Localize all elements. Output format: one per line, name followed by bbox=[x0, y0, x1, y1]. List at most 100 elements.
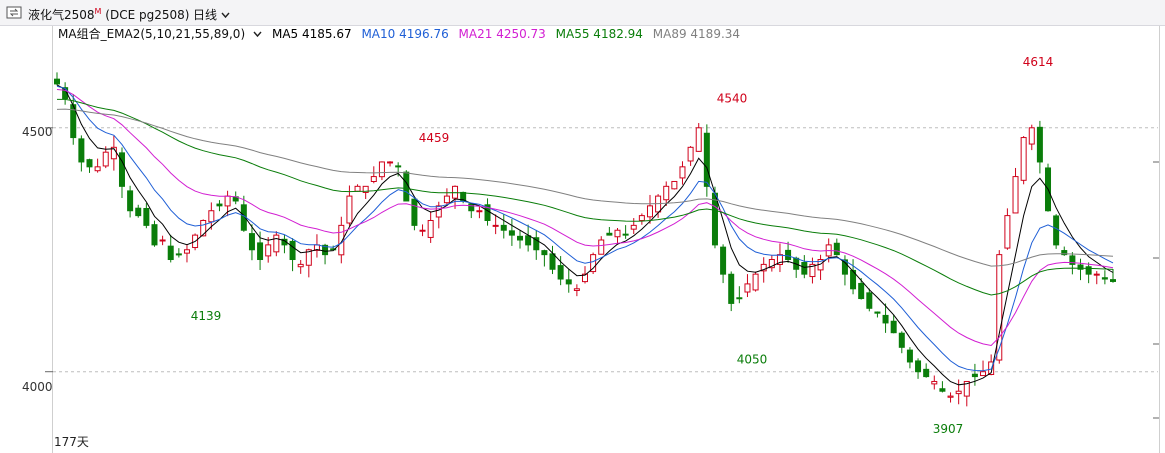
candle-body bbox=[565, 279, 572, 285]
candle-body bbox=[500, 224, 507, 231]
visible-days-count: 177天 bbox=[54, 435, 89, 449]
candle-body bbox=[200, 219, 207, 237]
candle-body bbox=[703, 132, 710, 187]
candle-body bbox=[858, 282, 865, 300]
candle-body bbox=[297, 263, 304, 268]
ma55-line bbox=[57, 98, 1114, 296]
candle-body bbox=[785, 249, 792, 261]
candle-body bbox=[167, 245, 174, 261]
candle-body bbox=[947, 395, 954, 398]
candle-body bbox=[915, 360, 922, 373]
candle-body bbox=[711, 192, 718, 246]
candle-body bbox=[720, 246, 727, 275]
candle-body bbox=[687, 146, 694, 162]
candle-body bbox=[94, 166, 101, 172]
candle-body bbox=[679, 166, 686, 179]
candle-body bbox=[801, 262, 808, 275]
price-label-3907: 3907 bbox=[933, 422, 964, 436]
candle-body bbox=[1028, 127, 1035, 145]
price-label-4139: 4139 bbox=[191, 309, 222, 323]
candle-body bbox=[573, 288, 580, 291]
candle-body bbox=[517, 235, 524, 241]
price-label-4540: 4540 bbox=[717, 91, 748, 105]
candle-body bbox=[923, 368, 930, 378]
candle-body bbox=[1012, 176, 1019, 214]
candle-body bbox=[590, 254, 597, 273]
candle-body bbox=[882, 314, 889, 324]
candle-body bbox=[427, 219, 434, 238]
candle-body bbox=[663, 185, 670, 201]
candle-body bbox=[955, 390, 962, 395]
candle-body bbox=[265, 244, 272, 257]
candle-body bbox=[387, 161, 394, 164]
candle-body bbox=[289, 240, 296, 261]
candle-body bbox=[898, 332, 905, 348]
candle-body bbox=[411, 198, 418, 226]
candle-body bbox=[175, 253, 182, 256]
candle-body bbox=[606, 232, 613, 236]
candle-body bbox=[541, 250, 548, 256]
candle-body bbox=[1036, 126, 1043, 163]
ma10-line bbox=[56, 85, 1114, 372]
candle-body bbox=[183, 249, 190, 254]
candle-body bbox=[939, 388, 946, 392]
candle-body bbox=[622, 233, 629, 236]
ma5-line bbox=[56, 84, 1114, 386]
candle-body bbox=[833, 242, 840, 256]
candle-body bbox=[492, 224, 499, 227]
candle-body bbox=[346, 195, 353, 224]
candle-body bbox=[890, 320, 897, 334]
candle-body bbox=[980, 371, 987, 377]
candle-body bbox=[78, 138, 85, 163]
candle-body bbox=[549, 253, 556, 270]
candle-body bbox=[646, 205, 653, 218]
candle-body bbox=[1020, 137, 1027, 181]
candle-body bbox=[1093, 273, 1100, 276]
candle-body bbox=[273, 234, 280, 253]
candle-body bbox=[874, 311, 881, 314]
candle-body bbox=[208, 210, 215, 223]
candle-body bbox=[614, 229, 621, 238]
price-label-4459: 4459 bbox=[419, 131, 450, 145]
candle-body bbox=[971, 373, 978, 378]
candle-body bbox=[906, 349, 913, 363]
candle-body bbox=[257, 242, 264, 261]
candle-body bbox=[151, 224, 158, 246]
candlestick-chart[interactable]: 4459 4139 4540 4050 4614 3907 bbox=[0, 0, 1165, 453]
candle-body bbox=[378, 161, 385, 178]
candle-body bbox=[86, 159, 93, 168]
candle-body bbox=[1004, 215, 1011, 249]
candle-body bbox=[744, 283, 751, 293]
candle-body bbox=[468, 203, 475, 212]
candle-body bbox=[736, 297, 743, 300]
candle-body bbox=[728, 273, 735, 304]
candle-body bbox=[143, 208, 150, 226]
price-label-4050: 4050 bbox=[737, 352, 768, 366]
candle-body bbox=[443, 195, 450, 204]
candle-body bbox=[1101, 277, 1108, 280]
price-label-4614: 4614 bbox=[1023, 55, 1054, 69]
candle-body bbox=[354, 185, 361, 192]
candle-body bbox=[1110, 279, 1116, 282]
candle-body bbox=[598, 239, 605, 255]
candle-body bbox=[248, 233, 255, 251]
candle-body bbox=[102, 151, 109, 167]
candle-body bbox=[752, 273, 759, 291]
candle-body bbox=[630, 224, 637, 230]
candle-body bbox=[216, 203, 223, 207]
candle-body bbox=[695, 127, 702, 152]
ma89-line bbox=[56, 108, 1114, 267]
candle-body bbox=[476, 210, 483, 213]
candle-body bbox=[508, 230, 515, 236]
candle-body bbox=[866, 292, 873, 309]
candle-body bbox=[54, 78, 60, 85]
candle-body bbox=[370, 176, 377, 183]
candle-body bbox=[435, 205, 442, 218]
candle-body bbox=[127, 190, 134, 212]
candle-body bbox=[557, 265, 564, 280]
candle-body bbox=[159, 239, 166, 242]
candle-body bbox=[224, 195, 231, 207]
candle-body bbox=[395, 165, 402, 168]
candle-body bbox=[671, 180, 678, 190]
candle-body bbox=[525, 235, 532, 246]
